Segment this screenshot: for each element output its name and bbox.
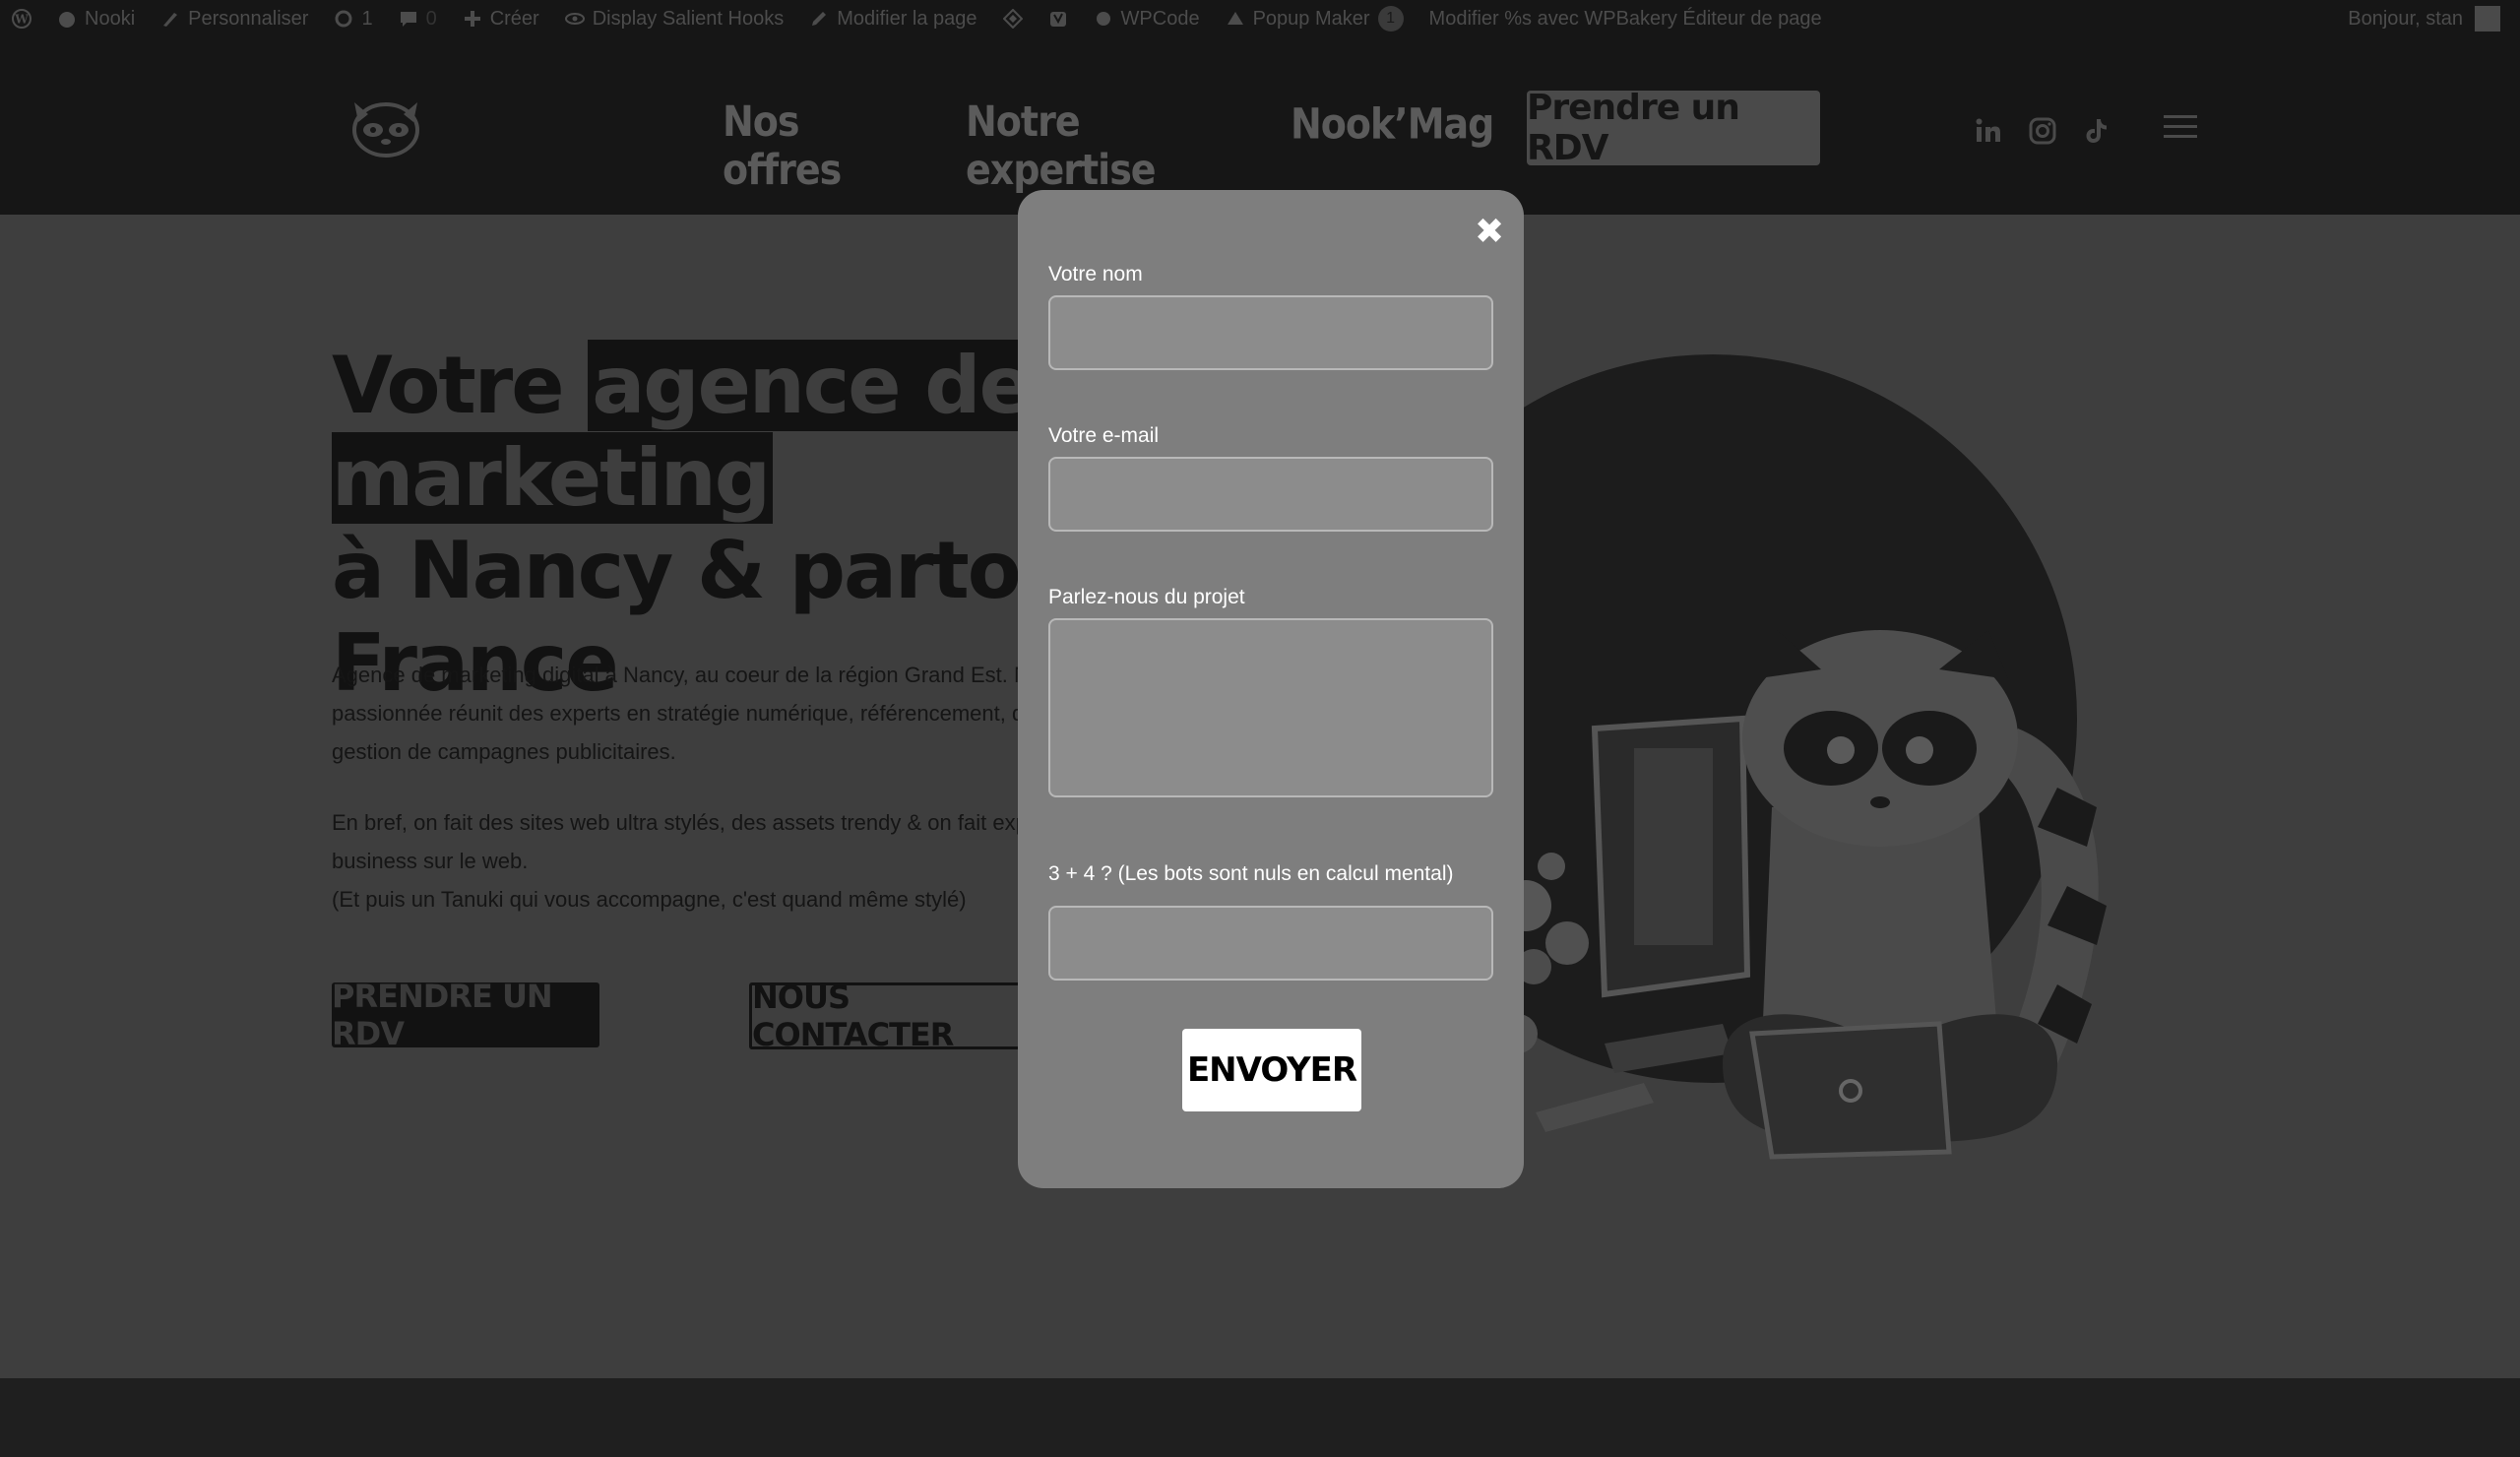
footer-band	[0, 1378, 2520, 1457]
admin-bar-edit[interactable]: Modifier la page	[809, 7, 977, 31]
popup-icon	[1227, 12, 1243, 25]
admin-bar-comments[interactable]: 0	[399, 8, 437, 31]
admin-bar-new-label: Créer	[489, 7, 539, 30]
instagram-icon[interactable]	[2028, 116, 2057, 146]
admin-bar-wpbakery-label: Modifier %s avec WPBakery Éditeur de pag…	[1428, 7, 1822, 30]
tanuki-logo-icon[interactable]	[346, 93, 425, 159]
admin-bar-updates[interactable]: 1	[334, 7, 373, 31]
diamond-icon	[1002, 9, 1023, 29]
hero-title-part1: Votre	[332, 340, 589, 431]
name-field[interactable]	[1048, 295, 1493, 370]
avatar	[2475, 6, 2500, 32]
admin-bar-hooks-label: Display Salient Hooks	[592, 7, 785, 30]
refresh-icon	[335, 10, 352, 28]
name-label: Votre nom	[1048, 263, 1143, 285]
admin-bar-edit-label: Modifier la page	[837, 7, 977, 30]
close-icon[interactable]: ✖	[1475, 214, 1504, 249]
admin-bar-wpbakery[interactable]: Modifier %s avec WPBakery Éditeur de pag…	[1429, 8, 1822, 31]
captcha-label: 3 + 4 ? (Les bots sont nuls en calcul me…	[1048, 862, 1454, 885]
admin-bar-comments-count: 0	[425, 7, 437, 30]
project-label: Parlez-nous du projet	[1048, 586, 1245, 608]
site-header: Nos offres Notre expertise Nook’Mag Pren…	[0, 37, 2520, 215]
home-icon	[59, 12, 75, 28]
pencil-icon	[812, 12, 827, 26]
admin-bar-wpcode[interactable]: WPCode	[1094, 8, 1200, 31]
admin-bar-yoast[interactable]	[1048, 9, 1068, 29]
captcha-field[interactable]	[1048, 906, 1493, 981]
svg-text:W: W	[14, 13, 29, 27]
menu-icon[interactable]	[2164, 114, 2197, 140]
admin-bar-customize-label: Personnaliser	[188, 7, 309, 30]
plus-icon	[464, 11, 480, 27]
admin-bar-hooks[interactable]: Display Salient Hooks	[564, 7, 785, 31]
nav-offres[interactable]: Nos offres	[723, 97, 842, 195]
admin-bar-wordpress[interactable]: W	[12, 9, 32, 29]
admin-bar-account[interactable]: Bonjour, stan	[2348, 0, 2500, 37]
admin-bar-popup-maker-label: Popup Maker	[1252, 7, 1370, 30]
eye-icon	[564, 13, 585, 25]
admin-bar-greeting: Bonjour, stan	[2348, 7, 2463, 30]
circle-icon	[1096, 12, 1110, 26]
tiktok-icon[interactable]	[2081, 116, 2110, 146]
wordpress-icon: W	[12, 9, 32, 29]
hero-rdv-button[interactable]: PRENDRE UN RDV	[332, 978, 599, 1052]
admin-bar: W Nooki Personnaliser 1 0 Créer Display …	[0, 0, 2520, 37]
admin-bar-wpcode-label: WPCode	[1120, 7, 1200, 30]
admin-bar-diamond[interactable]	[1002, 9, 1023, 29]
contact-popup: ✖ Votre nom Votre e-mail Parlez-nous du …	[1018, 190, 1524, 1188]
comment-icon	[400, 12, 416, 27]
nav-rdv-button[interactable]: Prendre un RDV	[1527, 88, 1820, 168]
nav-expertise[interactable]: Notre expertise	[966, 97, 1157, 195]
yoast-icon	[1049, 12, 1066, 27]
hero-contact-button[interactable]: NOUS CONTACTER	[749, 979, 1031, 1053]
email-label: Votre e-mail	[1048, 424, 1160, 447]
admin-bar-site-label: Nooki	[85, 7, 136, 30]
email-field[interactable]	[1048, 457, 1493, 532]
admin-bar-updates-count: 1	[361, 7, 373, 30]
linkedin-icon[interactable]	[1974, 116, 2003, 146]
submit-button[interactable]: ENVOYER	[1182, 1029, 1361, 1111]
admin-bar-popup-maker-badge: 1	[1377, 6, 1404, 32]
admin-bar-customize[interactable]: Personnaliser	[160, 8, 308, 31]
nav-mag[interactable]: Nook’Mag	[1291, 99, 1494, 148]
admin-bar-site[interactable]: Nooki	[57, 8, 135, 31]
project-textarea[interactable]	[1048, 618, 1493, 797]
admin-bar-new[interactable]: Créer	[463, 8, 539, 31]
brush-icon	[163, 13, 178, 27]
admin-bar-popup-maker[interactable]: Popup Maker 1	[1226, 6, 1404, 32]
